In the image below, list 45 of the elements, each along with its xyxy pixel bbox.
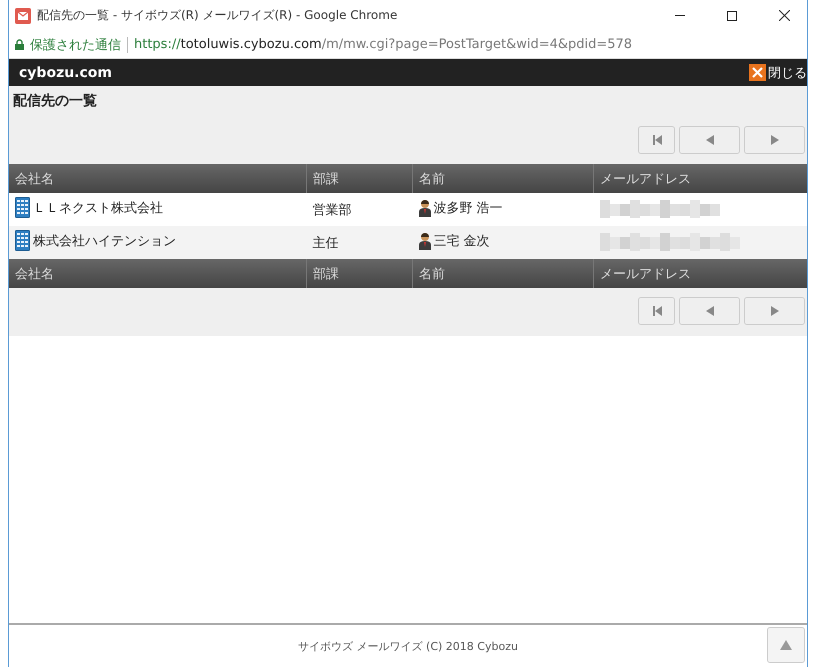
next-icon	[770, 306, 778, 316]
close-link[interactable]: 閉じる	[749, 64, 807, 82]
previous-page-button[interactable]	[679, 126, 740, 154]
department: 主任	[312, 236, 338, 250]
page-title: 配信先の一覧	[13, 92, 98, 110]
close-icon	[778, 10, 790, 21]
column-header: 部課	[306, 164, 412, 193]
person-name: 三宅 金次	[434, 232, 490, 250]
first-page-button[interactable]	[638, 126, 675, 154]
person-icon	[418, 232, 430, 250]
company-name: ＬＬネクスト株式会社	[33, 200, 163, 216]
window-title: 配信先の一覧 - サイボウズ(R) メールワイズ(R) - Google Chrome	[37, 7, 398, 24]
next-page-button[interactable]	[744, 126, 805, 154]
company-name: 株式会社ハイテンション	[33, 232, 176, 250]
column-header: 名前	[412, 259, 594, 288]
security-label: 保護された通信	[30, 36, 121, 54]
previous-icon	[706, 135, 714, 145]
department: 営業部	[312, 202, 352, 218]
person-name: 波多野 浩一	[434, 200, 503, 216]
building-icon	[15, 197, 30, 218]
previous-page-button[interactable]	[679, 297, 740, 325]
up-icon	[780, 640, 792, 650]
column-header: メールアドレス	[594, 164, 807, 193]
lock-icon	[15, 39, 24, 50]
column-header: 名前	[412, 164, 594, 193]
column-header: メールアドレス	[594, 259, 807, 288]
minimize-icon	[675, 15, 685, 16]
column-header: 会社名	[9, 259, 306, 288]
first-page-icon	[652, 135, 662, 145]
next-page-button[interactable]	[744, 297, 805, 325]
column-header: 部課	[306, 259, 412, 288]
first-page-button[interactable]	[638, 297, 675, 325]
mail-icon	[15, 8, 31, 24]
column-header: 会社名	[9, 164, 306, 193]
previous-icon	[706, 306, 714, 316]
person-icon	[418, 198, 430, 216]
scroll-top-button[interactable]	[767, 627, 805, 663]
url-text[interactable]: https://totoluwis.cybozu.com/m/mw.cgi?page=PostTarget&wid=4&pdid=578	[134, 37, 632, 52]
logo: cybozu.com	[19, 64, 112, 80]
building-icon	[15, 230, 30, 251]
first-page-icon	[652, 306, 662, 316]
copyright: サイボウズ メールワイズ (C) 2018 Cybozu	[298, 638, 518, 654]
close-icon	[749, 64, 766, 81]
maximize-icon	[727, 10, 737, 20]
next-icon	[770, 135, 778, 145]
